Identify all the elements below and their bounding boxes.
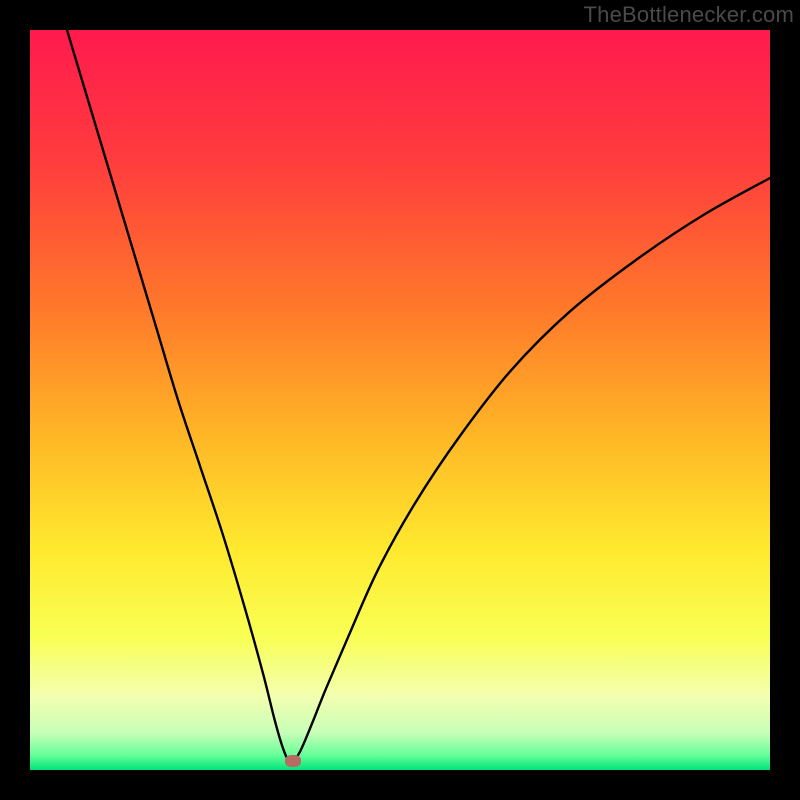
plot-area xyxy=(30,30,770,770)
chart-frame: TheBottlenecker.com xyxy=(0,0,800,800)
curve-svg xyxy=(30,30,770,770)
bottleneck-curve xyxy=(67,30,770,762)
watermark-text: TheBottlenecker.com xyxy=(584,2,794,28)
optimal-point-marker xyxy=(285,755,301,767)
